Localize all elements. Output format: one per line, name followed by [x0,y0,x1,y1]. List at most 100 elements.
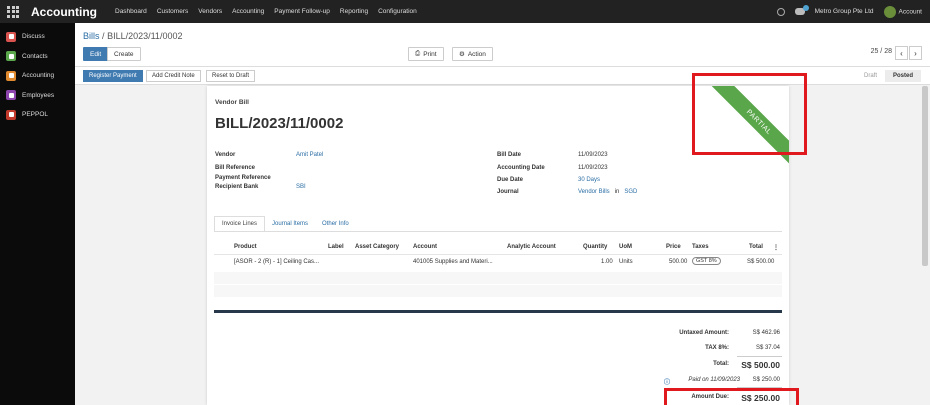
menu-dashboard[interactable]: Dashboard [115,8,147,15]
journal-label: Journal [497,189,519,195]
line-product[interactable]: [ASOR - 2 (R) - 1] Ceiling Cas... [234,259,319,265]
breadcrumb-separator: / [102,31,105,41]
sidebar-item-contacts[interactable]: Contacts [0,47,75,67]
line-quantity[interactable]: 1.00 [601,259,613,265]
empty-row [214,272,782,284]
currency-value[interactable]: SGD [624,189,637,195]
paid-value: S$ 250.00 [752,377,780,383]
column-total[interactable]: Total [749,244,763,250]
sidebar-item-label: Contacts [22,52,48,60]
sidebar-item-discuss[interactable]: Discuss [0,27,75,47]
menu-payment-follow-up[interactable]: Payment Follow-up [274,8,330,15]
accounting-date-field[interactable]: 11/09/2023 [578,165,608,171]
chat-badge [802,5,809,11]
menu-reporting[interactable]: Reporting [340,8,368,15]
discuss-icon [6,31,16,42]
peppol-icon [6,109,16,120]
app-sidebar: Discuss Contacts Accounting Employees PE… [0,23,75,405]
stage-draft[interactable]: Draft [864,70,877,82]
action-button[interactable]: ⚙ Action [452,47,493,61]
pager-value[interactable]: 25 / 28 [871,48,892,55]
bill-reference-label: Bill Reference [215,165,256,171]
app-title[interactable]: Accounting [31,5,97,19]
menu-customers[interactable]: Customers [157,8,188,15]
menu-accounting[interactable]: Accounting [232,8,264,15]
pager-next-button[interactable]: › [909,46,922,60]
bill-date-field[interactable]: 11/09/2023 [578,152,608,158]
page-scrollbar[interactable] [922,86,928,266]
untaxed-amount-value: S$ 462.96 [752,330,780,336]
line-price[interactable]: 500.00 [669,259,687,265]
company-switcher[interactable]: Metro Group Pte Ltd [815,8,874,15]
total-value: S$ 500.00 [741,360,780,370]
user-menu[interactable]: Account [883,5,923,18]
sidebar-item-label: PEPPOL [22,111,49,119]
register-payment-button[interactable]: Register Payment [83,70,143,82]
chat-icon[interactable] [794,5,809,15]
highlight-box-ribbon [692,73,807,155]
sidebar-item-peppol[interactable]: PEPPOL [0,105,75,125]
vendor-field[interactable]: Amit Patel [296,152,323,158]
sidebar-item-label: Employees [22,91,55,99]
employees-icon [6,90,16,101]
top-navbar: Accounting Dashboard Customers Vendors A… [0,0,930,23]
bill-date-label: Bill Date [497,152,522,158]
user-name: Account [898,8,923,16]
breadcrumb-bills-link[interactable]: Bills [83,31,100,41]
gear-icon: ⚙ [459,51,465,58]
tax-label: TAX 8%: [705,345,729,351]
print-icon: ⎙ [415,50,421,57]
line-tax[interactable]: GST 8% [692,257,721,265]
menu-configuration[interactable]: Configuration [378,8,417,15]
line-account[interactable]: 401005 Supplies and Materi... [413,259,493,265]
column-account[interactable]: Account [413,244,437,250]
journal-field: Vendor Bills in SGD [578,189,637,195]
column-quantity[interactable]: Quantity [583,244,607,250]
sidebar-item-label: Discuss [22,33,45,41]
systray: Metro Group Pte Ltd Account [776,5,923,18]
activity-clock-icon[interactable] [776,7,785,16]
column-label[interactable]: Label [328,244,344,250]
journal-in: in [614,189,620,195]
tax-badge: GST 8% [692,257,721,265]
tab-other-info[interactable]: Other Info [315,216,356,232]
tab-invoice-lines[interactable]: Invoice Lines [214,216,266,232]
app-menu-icon[interactable] [7,5,21,19]
line-uom[interactable]: Units [619,259,633,265]
column-taxes[interactable]: Taxes [692,244,709,250]
column-asset-category[interactable]: Asset Category [355,244,399,250]
edit-button[interactable]: Edit [83,47,109,61]
sidebar-item-accounting[interactable]: Accounting [0,66,75,86]
accounting-date-label: Accounting Date [497,165,545,171]
totals-divider-line [737,356,782,357]
column-options-icon[interactable]: ⋮ [773,244,779,251]
sidebar-item-employees[interactable]: Employees [0,86,75,106]
create-button[interactable]: Create [107,47,141,61]
add-credit-note-button[interactable]: Add Credit Note [146,70,201,82]
tax-value: S$ 37.04 [755,345,780,351]
empty-row [214,285,782,297]
due-date-field[interactable]: 30 Days [578,177,600,183]
control-panel: Bills / BILL/2023/11/0002 Edit Create ⎙ … [75,23,930,67]
journal-value[interactable]: Vendor Bills [578,189,610,195]
sidebar-item-label: Accounting [22,72,55,80]
totals-divider [214,310,782,313]
header-divider [214,254,782,255]
print-button[interactable]: ⎙ Print [408,47,444,61]
reset-to-draft-button[interactable]: Reset to Draft [206,70,256,82]
recipient-bank-label: Recipient Bank [215,184,259,190]
pager-previous-button[interactable]: ‹ [895,46,908,60]
total-label: Total: [713,361,729,367]
breadcrumb-current: BILL/2023/11/0002 [107,31,183,41]
tab-journal-items[interactable]: Journal Items [265,216,315,232]
menu-vendors[interactable]: Vendors [198,8,222,15]
stage-posted[interactable]: Posted [885,70,922,82]
payment-reference-label: Payment Reference [215,175,271,181]
recipient-bank-field[interactable]: SBI [296,184,306,190]
column-uom[interactable]: UoM [619,244,632,250]
column-analytic-account[interactable]: Analytic Account [507,244,556,250]
chevron-right-icon: › [914,48,917,58]
column-product[interactable]: Product [234,244,257,250]
column-price[interactable]: Price [666,244,681,250]
paid-on-label: Paid on 11/09/2023 [688,377,740,383]
